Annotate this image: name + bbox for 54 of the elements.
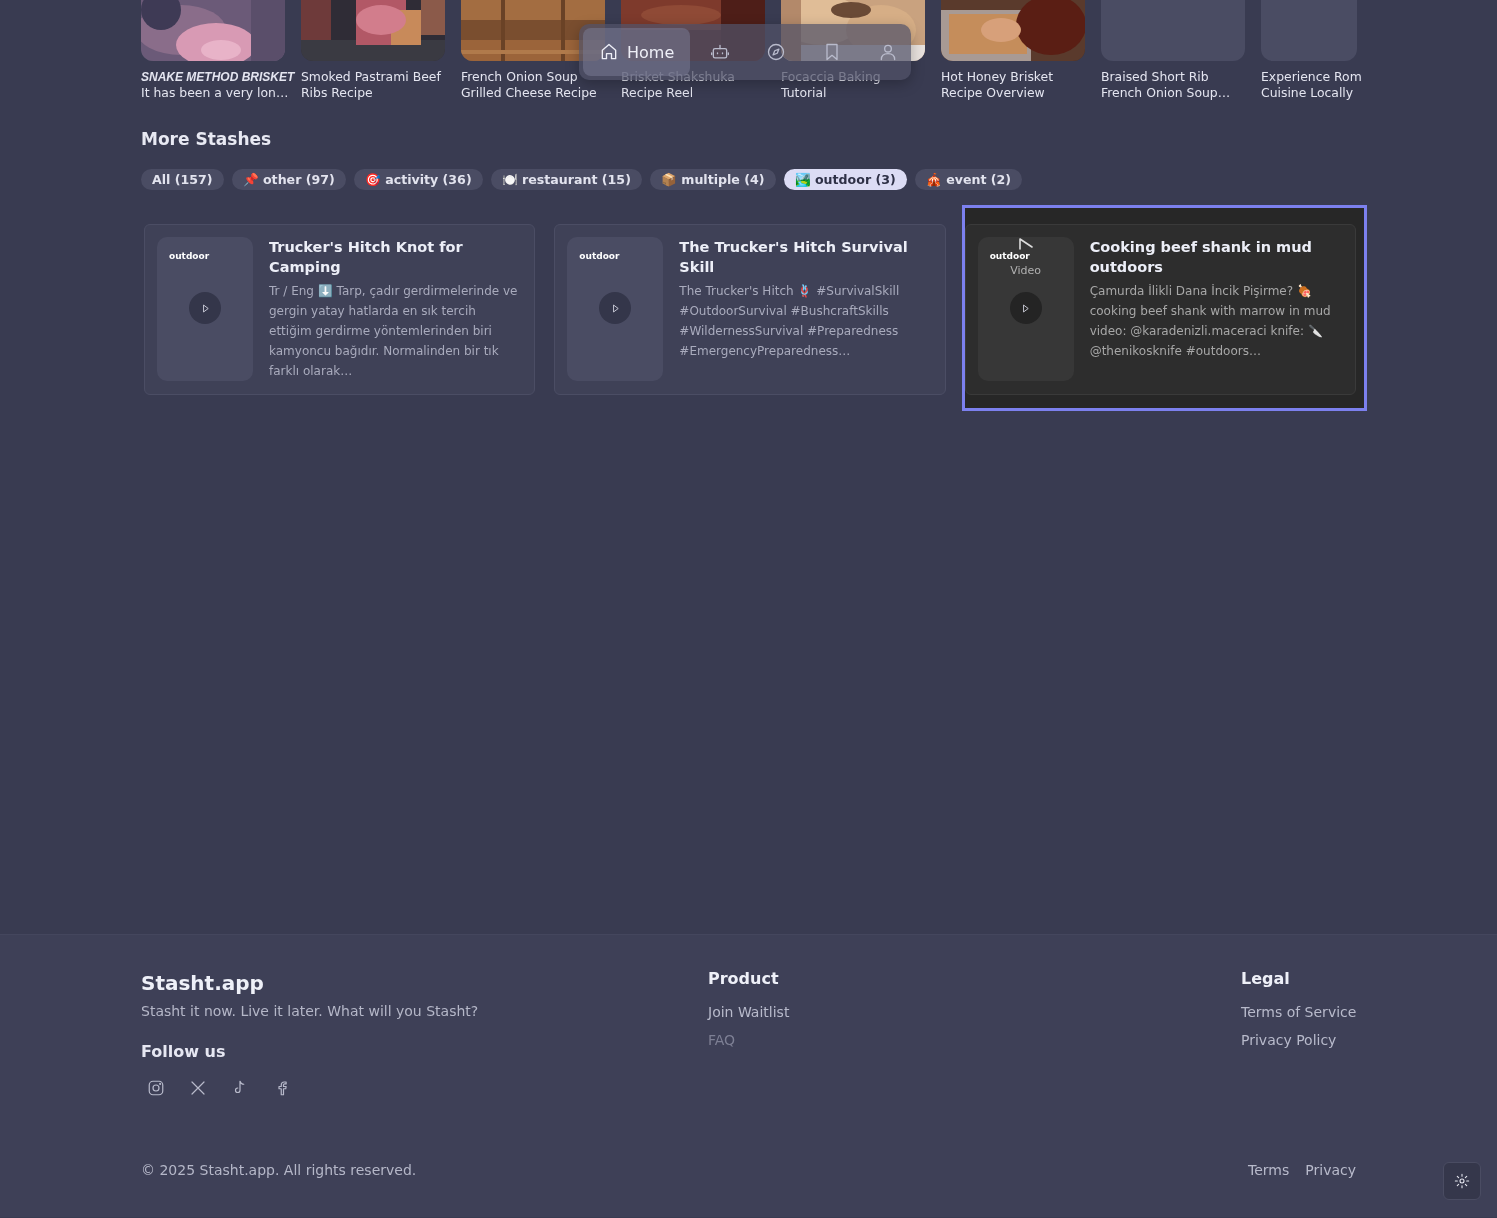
stash-description: Tr / Eng ⬇ Tarp, çadır gerdirmelerinde ve gergin yatay hatlarda en sık tercih ettiğim gerdirme yöntemlerinden biri kamyoncu bağıdır. Normalinden bir tık farklı olarak… bbox=[269, 283, 519, 380]
category-label: outdoor bbox=[579, 251, 620, 261]
stash-card[interactable]: outdoor The Trucker's Hitch Survival Skill The Trucker's Hitch 🪢 #SurvivalSkill #OutdoorSurvival #BushcraftSkills #WildernessSurvival #Preparedness #EmergencyPreparedness… bbox=[554, 224, 946, 395]
tagline: Stasht it now. Live it later. What will you Stasht? bbox=[141, 1002, 480, 1021]
card-title: Tutorial bbox=[781, 85, 828, 101]
copyright: © 2025 Stasht.app. All rights reserved. bbox=[141, 1162, 417, 1178]
footer-link[interactable]: Privacy bbox=[1305, 1162, 1356, 1178]
card-title: Cuisine Locally bbox=[1261, 85, 1355, 101]
filter-chip[interactable]: 📦 multiple (4) bbox=[649, 169, 776, 190]
card-title: French Onion Soup… bbox=[1101, 85, 1232, 101]
card-title: Grilled Cheese Recipe bbox=[461, 85, 598, 101]
card-title: Recipe Reel bbox=[621, 85, 695, 101]
filter-chip[interactable]: 🎪 event (2) bbox=[914, 169, 1023, 190]
category-label: outdoor bbox=[989, 251, 1030, 261]
follow-heading: Follow us bbox=[141, 1041, 227, 1063]
section-title: More Stashes bbox=[141, 128, 273, 151]
filter-chip[interactable]: 📌 other (97) bbox=[231, 169, 346, 190]
footer-link[interactable]: Terms bbox=[1248, 1162, 1290, 1178]
stash-title: The Trucker's Hitch Survival Skill bbox=[679, 238, 909, 277]
x-logo-icon[interactable] bbox=[189, 1079, 207, 1097]
settings-icon bbox=[1454, 1173, 1470, 1189]
filter-chip[interactable]: All (157) bbox=[141, 169, 224, 190]
stash-description: Çamurda İlikli Dana İncik Pişirme? 🍖 cooking beef shank with marrow in mud video: @karadenizli.maceraci knife: 🔪 @thenikosknife #outdoors… bbox=[1089, 283, 1332, 360]
card-title: Hot Honey Brisket bbox=[941, 69, 1055, 85]
stash-card[interactable] bbox=[144, 224, 536, 395]
footer-link[interactable]: Join Waitlist bbox=[708, 1002, 1241, 1022]
stash-title: Cooking beef shank in mud outdoors bbox=[1089, 238, 1313, 277]
column-heading: Product bbox=[708, 968, 780, 990]
stash-title: Trucker's Hitch Knot for Camping bbox=[269, 238, 464, 277]
category-label: outdoor bbox=[169, 251, 210, 261]
stash-card[interactable]: outdoor Video Cooking beef shank in mud outdoors Çamurda İlikli Dana İncik Pişirme? 🍖 cooking beef shank with marrow in mud video: @karadenizli.maceraci knife: 🔪 @thenikosknife #outdoors… bbox=[964, 224, 1356, 395]
pointer-icon bbox=[1017, 237, 1036, 253]
robot-icon bbox=[710, 42, 731, 62]
card-title: French Onion Soup bbox=[461, 69, 579, 85]
compass-icon bbox=[766, 42, 787, 62]
brand-name: Stasht.app bbox=[141, 970, 265, 997]
footer-link[interactable]: Terms of Service bbox=[1241, 1002, 1357, 1022]
media-label: Video bbox=[1010, 264, 1042, 277]
filter-chip[interactable]: 🍽 restaurant (15) bbox=[490, 169, 642, 190]
filter-chip[interactable]: 🎯 activity (36) bbox=[353, 169, 483, 190]
card-title: Ribs Recipe bbox=[301, 85, 374, 101]
settings-button[interactable] bbox=[1443, 1162, 1481, 1200]
instagram-icon[interactable] bbox=[147, 1079, 165, 1097]
stash-description: The Trucker's Hitch 🪢 #SurvivalSkill #OutdoorSurvival #BushcraftSkills #WildernessSurvival #Preparedness #EmergencyPreparedness… bbox=[679, 283, 901, 360]
card-title: SNAKE METHOD BRISKET bbox=[141, 69, 296, 85]
footer-link[interactable]: Privacy Policy bbox=[1241, 1030, 1357, 1050]
card-title: Focaccia Baking bbox=[781, 69, 882, 85]
card-title: Recipe Overview bbox=[941, 85, 1046, 101]
card-title: Smoked Pastrami Beef bbox=[301, 69, 442, 85]
card-subtitle: It has been a very lon… bbox=[141, 85, 285, 101]
column-heading: Legal bbox=[1241, 968, 1291, 990]
filter-chip[interactable]: 🏞 outdoor (3) bbox=[783, 169, 907, 190]
home-icon bbox=[599, 42, 619, 62]
card-title: Braised Short Rib bbox=[1101, 69, 1210, 85]
